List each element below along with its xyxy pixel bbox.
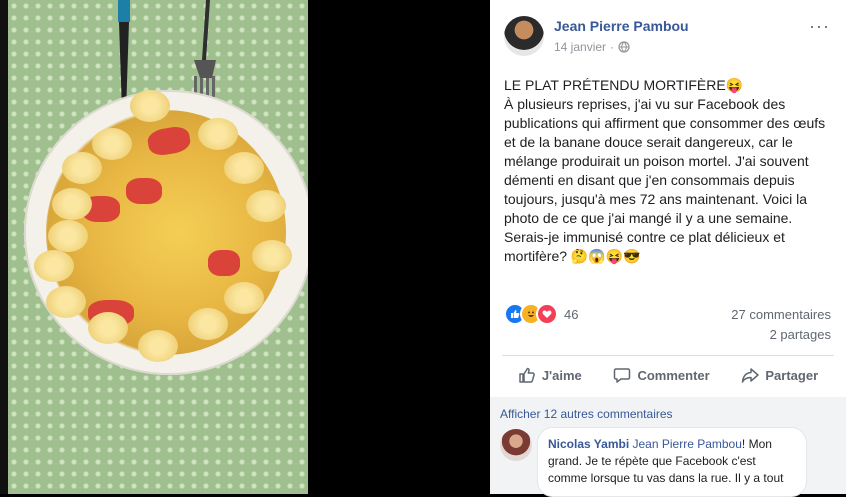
comments-section: Afficher 12 autres commentaires Nicolas … [490,397,846,497]
banana-slice [46,286,86,318]
comments-count-link[interactable]: 27 commentaires [731,305,831,325]
post-photo [8,0,308,494]
reaction-summary[interactable]: 46 [504,303,578,325]
banana-slice [188,308,228,340]
share-icon [742,368,760,383]
show-more-comments-link[interactable]: Afficher 12 autres commentaires [500,407,673,421]
divider [502,355,834,356]
banana-slice [224,282,264,314]
post-card: Jean Pierre Pambou 14 janvier · ··· LE P… [490,0,846,497]
banana-slice [252,240,292,272]
comment-button[interactable]: Commenter [613,366,710,384]
post-body: À plusieurs reprises, j'ai vu sur Facebo… [504,96,826,264]
like-label: J'aime [541,367,582,383]
banana-slice [52,188,92,220]
commenter-name[interactable]: Nicolas Yambi [548,437,629,451]
post-photo-viewer[interactable] [0,0,490,494]
like-button[interactable]: J'aime [518,366,582,384]
comment-bubble: Nicolas Yambi Jean Pierre Pambou! Mon gr… [537,427,807,497]
love-icon [536,303,558,325]
share-button[interactable]: Partager [741,366,818,384]
shares-count-link[interactable]: 2 partages [731,325,831,345]
thumbs-up-icon [519,367,535,383]
post-actions: J'aime Commenter Partager [502,360,834,390]
post-title: LE PLAT PRÉTENDU MORTIFÈRE😝 [504,77,744,93]
mentioned-user[interactable]: Jean Pierre Pambou [633,437,742,451]
photo-edge [0,0,8,494]
more-options-button[interactable]: ··· [809,16,830,37]
banana-slice [48,220,88,252]
banana-slice [34,250,74,282]
comment-icon [614,368,631,383]
banana-slice [88,312,128,344]
banana-slice [62,152,102,184]
banana-slice [92,128,132,160]
globe-icon[interactable] [618,41,630,53]
banana-slice [224,152,264,184]
comment-label: Commenter [637,367,710,383]
post-text: LE PLAT PRÉTENDU MORTIFÈRE😝 À plusieurs … [504,76,832,266]
commenter-avatar[interactable] [500,429,532,461]
tomato [126,178,162,204]
tomato [208,250,240,276]
engagement-counts: 27 commentaires 2 partages [731,305,831,345]
author-avatar[interactable] [504,16,544,56]
post-meta: 14 janvier · [554,40,630,54]
banana-slice [138,330,178,362]
post-date[interactable]: 14 janvier [554,40,606,54]
author-name[interactable]: Jean Pierre Pambou [554,18,689,34]
banana-slice [246,190,286,222]
dot-separator: · [610,40,615,54]
banana-slice [130,90,170,122]
share-label: Partager [765,367,819,383]
banana-slice [198,118,238,150]
reaction-count: 46 [564,306,579,322]
reaction-icons [504,303,558,325]
